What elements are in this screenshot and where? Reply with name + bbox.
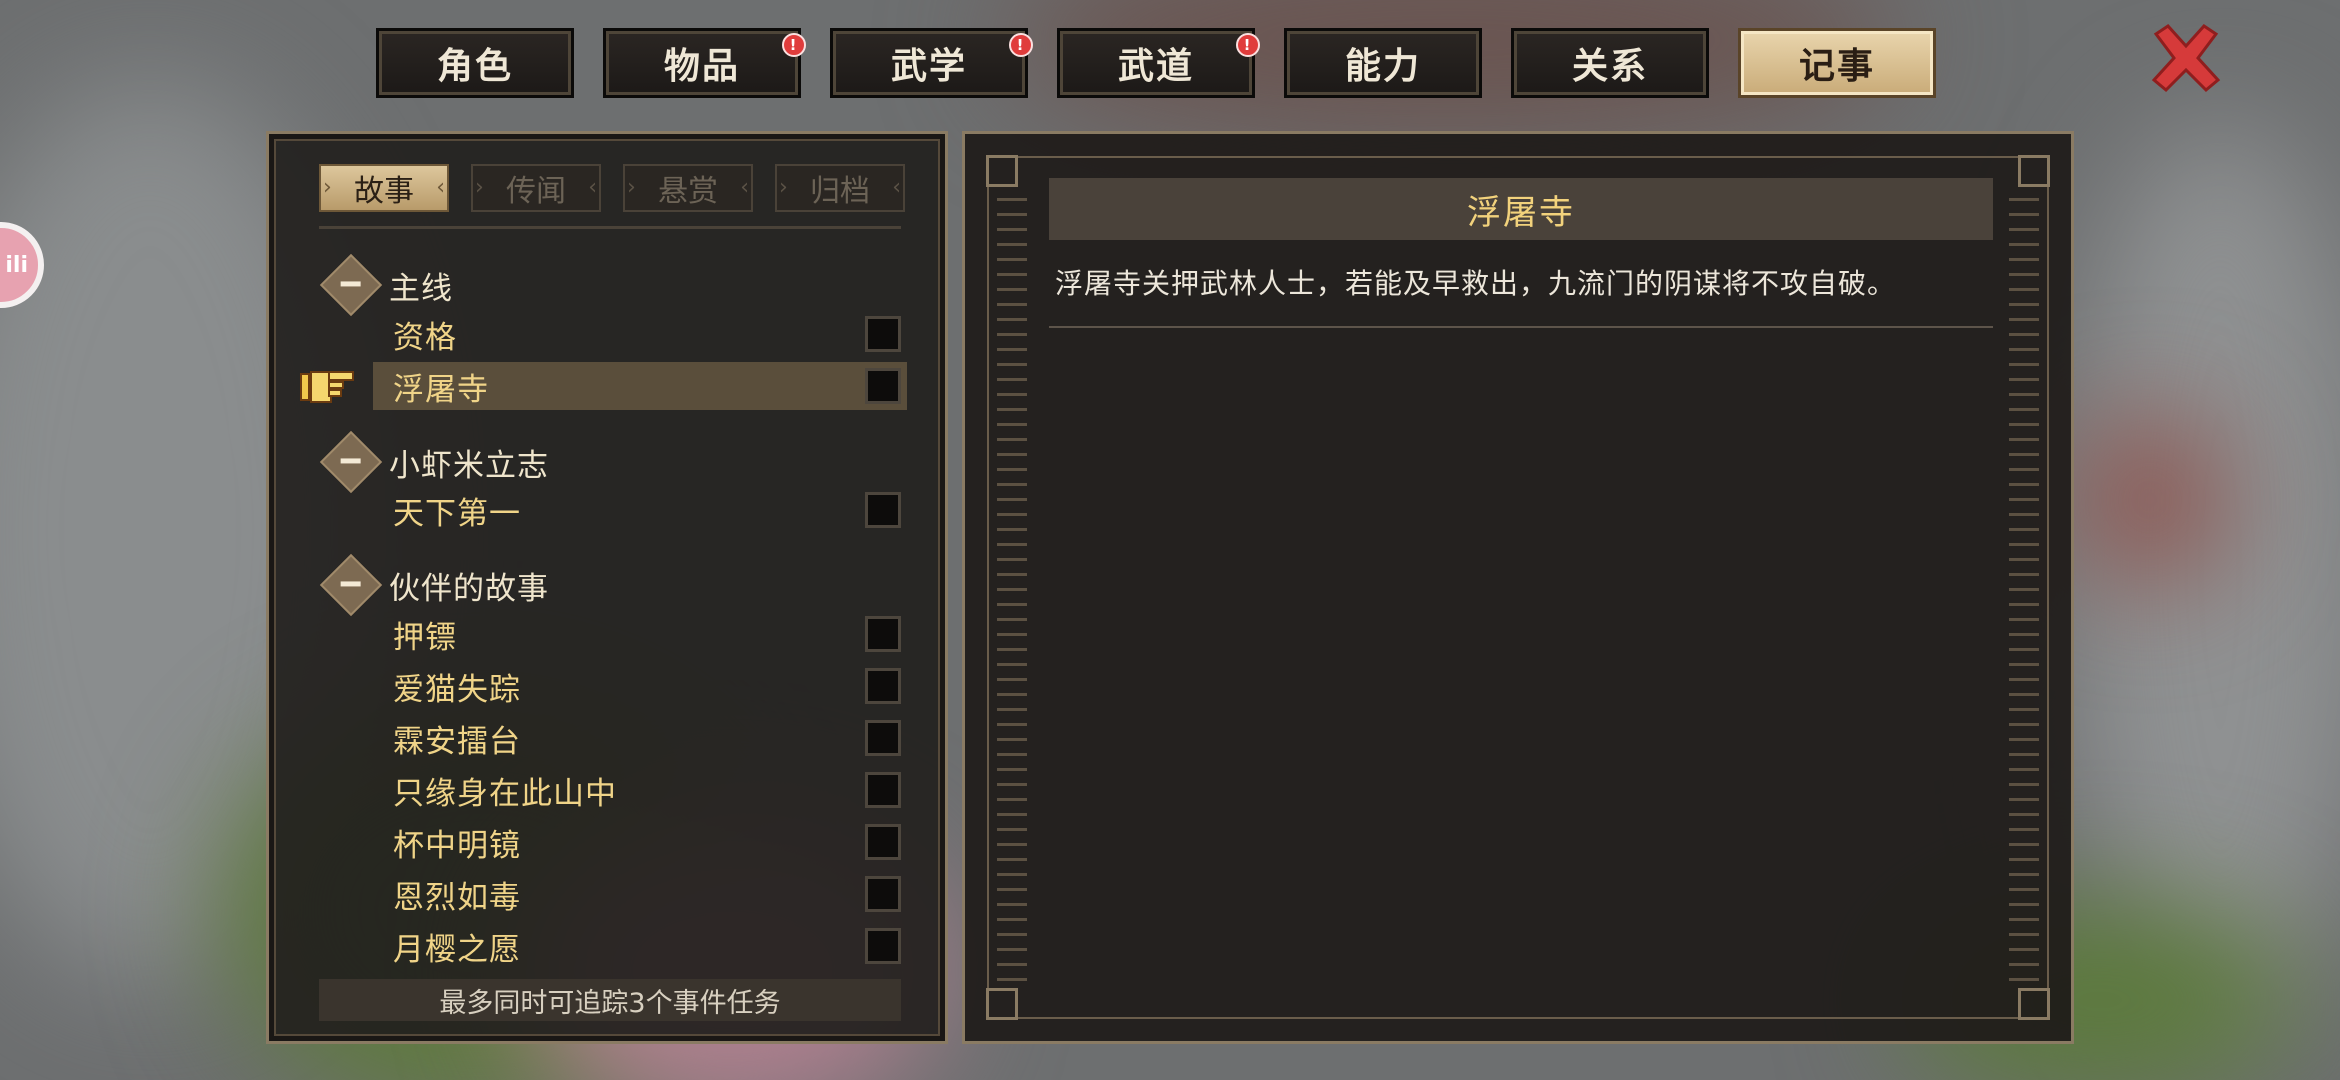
quest-list-panel: › 故事 ‹ › 传闻 ‹ › 悬赏 ‹ › 归档 ‹ 主线 资格 浮屠寺 小虾… [266, 131, 948, 1044]
list-item[interactable]: 恩烈如毒 [373, 870, 907, 918]
tab-character[interactable]: 角色 [376, 28, 574, 98]
quest-detail-panel: 浮屠寺 浮屠寺关押武林人士，若能及早救出，九流门的阴谋将不攻自破。 [962, 131, 2074, 1044]
list-item[interactable]: 天下第一 [373, 486, 907, 534]
alert-badge-icon: ! [1009, 33, 1033, 57]
divider [319, 226, 901, 229]
subtab-story[interactable]: › 故事 ‹ [319, 164, 449, 212]
list-item[interactable]: 杯中明镜 [373, 818, 907, 866]
collapse-icon [319, 430, 383, 494]
tracking-limit-note: 最多同时可追踪3个事件任务 [319, 979, 901, 1021]
track-checkbox[interactable] [865, 876, 901, 912]
list-item[interactable]: 爱猫失踪 [373, 662, 907, 710]
track-checkbox[interactable] [865, 720, 901, 756]
tab-items[interactable]: 物品! [603, 28, 806, 98]
tab-relations[interactable]: 关系 [1511, 28, 1709, 98]
divider [1049, 326, 1993, 328]
list-item[interactable]: 押镖 [373, 610, 907, 658]
frame-corner [986, 155, 1018, 187]
alert-badge-icon: ! [782, 33, 806, 57]
track-checkbox[interactable] [865, 492, 901, 528]
group-header-companions[interactable]: 伙伴的故事 [319, 553, 549, 617]
collapse-icon [319, 253, 383, 317]
frame-corner [2018, 988, 2050, 1020]
group-header-main[interactable]: 主线 [319, 253, 453, 317]
subtab-bounties[interactable]: › 悬赏 ‹ [623, 164, 753, 212]
list-item[interactable]: 资格 [373, 310, 907, 358]
track-checkbox[interactable] [865, 316, 901, 352]
group-header-xiaxiami[interactable]: 小虾米立志 [319, 430, 549, 494]
frame-corner [986, 988, 1018, 1020]
list-item-selected[interactable]: 浮屠寺 [373, 362, 907, 410]
fret-border-decoration [2009, 188, 2039, 987]
tab-wudao[interactable]: 武道! [1057, 28, 1260, 98]
list-item[interactable]: 月樱之愿 [373, 922, 907, 970]
subtab-archive[interactable]: › 归档 ‹ [775, 164, 905, 212]
list-item[interactable]: 只缘身在此山中 [373, 766, 907, 814]
frame-corner [2018, 155, 2050, 187]
tab-journal[interactable]: 记事 [1738, 28, 1936, 98]
tab-martial-arts[interactable]: 武学! [830, 28, 1033, 98]
track-checkbox[interactable] [865, 368, 901, 404]
track-checkbox[interactable] [865, 772, 901, 808]
alert-badge-icon: ! [1236, 33, 1260, 57]
track-checkbox[interactable] [865, 616, 901, 652]
track-checkbox[interactable] [865, 824, 901, 860]
subtab-rumors[interactable]: › 传闻 ‹ [471, 164, 601, 212]
quest-title: 浮屠寺 [1049, 178, 1993, 240]
track-checkbox[interactable] [865, 668, 901, 704]
pointing-hand-icon [299, 366, 355, 406]
tab-abilities[interactable]: 能力 [1284, 28, 1482, 98]
collapse-icon [319, 553, 383, 617]
fret-border-decoration [997, 188, 1027, 987]
track-checkbox[interactable] [865, 928, 901, 964]
list-item[interactable]: 霖安擂台 [373, 714, 907, 762]
quest-description: 浮屠寺关押武林人士，若能及早救出，九流门的阴谋将不攻自破。 [1055, 267, 1897, 300]
close-icon[interactable] [2148, 20, 2224, 96]
